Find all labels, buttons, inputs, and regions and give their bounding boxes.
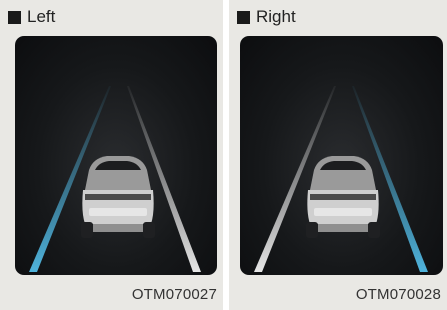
- road-scene: [29, 86, 201, 272]
- bullet-square-icon: [8, 10, 21, 24]
- panel-heading-label: Right: [256, 7, 296, 26]
- illustration-left: Left OTM070027: [0, 0, 223, 310]
- panel-heading: Right: [237, 7, 296, 27]
- figure-code: OTM070028: [355, 286, 441, 303]
- road-scene: [254, 86, 428, 272]
- illustration-right: Right OTM070028: [229, 0, 447, 310]
- bullet-square-icon: [237, 10, 250, 24]
- panel-heading: Left: [8, 7, 55, 27]
- car-rear-icon: [306, 156, 380, 238]
- car-rear-icon: [81, 156, 155, 238]
- road-display: [240, 36, 443, 275]
- figure-code: OTM070027: [131, 286, 217, 303]
- panel-heading-label: Left: [27, 7, 56, 26]
- road-display: [15, 36, 217, 275]
